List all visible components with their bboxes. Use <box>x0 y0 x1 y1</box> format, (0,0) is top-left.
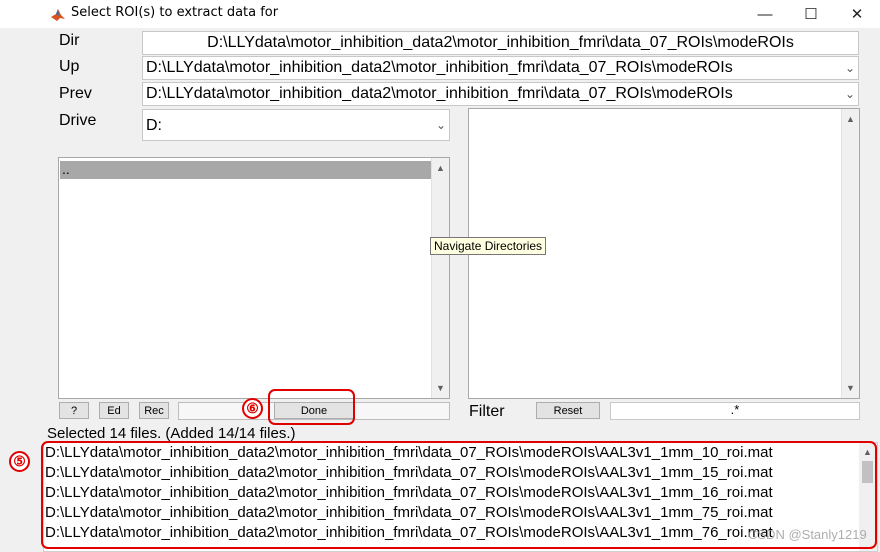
step-6-number: ⑥ <box>246 400 259 416</box>
maximize-button[interactable]: ☐ <box>788 0 834 28</box>
title-bar: Select ROI(s) to extract data for — ☐ ✕ <box>0 0 880 28</box>
close-button[interactable]: ✕ <box>834 0 880 28</box>
prev-dropdown[interactable]: D:\LLYdata\motor_inhibition_data2\motor_… <box>142 82 859 106</box>
up-dropdown[interactable]: D:\LLYdata\motor_inhibition_data2\motor_… <box>142 56 859 80</box>
triangle-down-icon[interactable]: ▼ <box>842 380 859 396</box>
prev-value: D:\LLYdata\motor_inhibition_data2\motor_… <box>146 85 733 102</box>
minimize-button[interactable]: — <box>742 0 788 28</box>
chevron-down-icon: ⌄ <box>435 118 446 132</box>
tooltip: Navigate Directories <box>430 237 547 255</box>
dir-label: Dir <box>59 32 80 49</box>
drive-value: D: <box>146 117 162 134</box>
drive-label: Drive <box>59 112 97 129</box>
list-item[interactable]: .. <box>60 161 432 179</box>
close-icon: ✕ <box>850 6 864 23</box>
directory-list[interactable]: .. ▲ ▼ <box>58 157 450 399</box>
reset-button[interactable]: Reset <box>536 402 600 419</box>
help-button[interactable]: ? <box>59 402 89 419</box>
ed-button-label: Ed <box>107 404 121 417</box>
filter-label: Filter <box>469 403 505 420</box>
triangle-up-icon[interactable]: ▲ <box>842 111 859 127</box>
rec-button-label: Rec <box>144 404 164 417</box>
up-value: D:\LLYdata\motor_inhibition_data2\motor_… <box>146 59 733 76</box>
ed-button[interactable]: Ed <box>99 402 129 419</box>
help-button-label: ? <box>70 404 78 417</box>
window-title: Select ROI(s) to extract data for <box>71 5 279 20</box>
done-callout <box>268 389 355 425</box>
step-5-marker: ⑤ <box>9 451 30 472</box>
tooltip-text: Navigate Directories <box>434 239 543 253</box>
status-text: Selected 14 files. (Added 14/14 files.) <box>47 425 296 442</box>
step-6-marker: ⑥ <box>242 398 263 419</box>
matlab-icon <box>50 6 66 22</box>
chevron-down-icon: ⌄ <box>844 87 855 101</box>
minimize-icon: — <box>757 5 773 23</box>
prev-label: Prev <box>59 85 92 102</box>
file-list-scrollbar[interactable]: ▲ ▼ <box>841 109 859 398</box>
chevron-down-icon: ⌄ <box>844 61 855 75</box>
reset-button-label: Reset <box>553 404 583 417</box>
rec-button[interactable]: Rec <box>139 402 169 419</box>
directory-list-scrollbar[interactable]: ▲ ▼ <box>431 158 449 398</box>
maximize-icon: ☐ <box>804 6 818 23</box>
triangle-down-icon[interactable]: ▼ <box>432 380 449 396</box>
watermark: CSDN @Stanly1219 <box>748 527 867 542</box>
up-label: Up <box>59 58 80 75</box>
dir-field[interactable]: D:\LLYdata\motor_inhibition_data2\motor_… <box>142 31 859 55</box>
drive-dropdown[interactable]: D: ⌄ <box>142 109 450 141</box>
triangle-up-icon[interactable]: ▲ <box>432 160 449 176</box>
dir-value: D:\LLYdata\motor_inhibition_data2\motor_… <box>207 34 794 51</box>
filter-input[interactable]: .* <box>610 402 860 420</box>
step-5-number: ⑤ <box>13 453 26 469</box>
list-item-label: .. <box>62 161 70 177</box>
filter-value: .* <box>730 402 740 417</box>
